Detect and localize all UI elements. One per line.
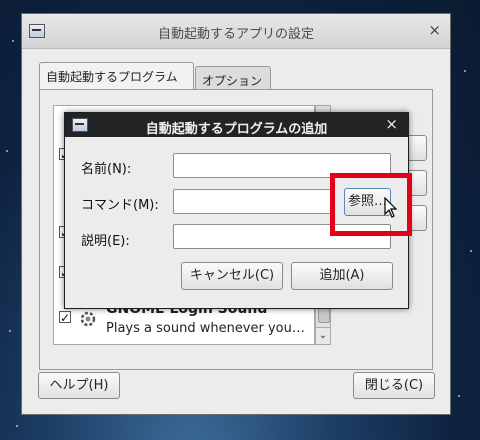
tab-options[interactable]: オプション bbox=[195, 66, 271, 90]
help-button[interactable]: ヘルプ(H) bbox=[38, 372, 120, 399]
tab-label: オプション bbox=[202, 74, 263, 88]
scroll-down-arrow-icon[interactable]: ⌄ bbox=[316, 327, 330, 344]
close-button-label: 閉じる(C) bbox=[364, 378, 424, 393]
highlight-annotation bbox=[330, 173, 412, 236]
name-label: 名前(N): bbox=[81, 162, 132, 177]
star bbox=[6, 150, 8, 152]
list-item-description: Plays a sound whenever you… bbox=[106, 321, 305, 336]
mouse-cursor-icon bbox=[384, 197, 398, 218]
star bbox=[458, 395, 460, 397]
cancel-button-label: キャンセル(C) bbox=[189, 268, 275, 283]
dialog-titlebar[interactable]: 自動起動するプログラムの追加 × bbox=[65, 113, 408, 137]
help-button-label: ヘルプ(H) bbox=[49, 378, 109, 393]
cancel-button[interactable]: キャンセル(C) bbox=[181, 262, 283, 290]
add-button[interactable]: 追加(A) bbox=[291, 262, 393, 290]
list-item[interactable]: GNOME Login Sound Plays a sound whenever… bbox=[54, 301, 314, 344]
star bbox=[464, 70, 466, 72]
tab-label: 自動起動するプログラム bbox=[46, 70, 178, 84]
star bbox=[12, 40, 14, 42]
description-label: 説明(E): bbox=[81, 234, 130, 249]
dialog-title: 自動起動するプログラムの追加 bbox=[145, 122, 328, 137]
star bbox=[16, 425, 18, 427]
star bbox=[9, 330, 11, 332]
add-button-label: 追加(A) bbox=[319, 268, 365, 283]
main-close-icon[interactable]: × bbox=[428, 23, 441, 38]
main-titlebar[interactable]: 自動起動するアプリの設定 × bbox=[22, 14, 450, 49]
dialog-close-icon[interactable]: × bbox=[385, 117, 398, 132]
gear-icon bbox=[80, 311, 96, 327]
star bbox=[470, 250, 472, 252]
close-button[interactable]: 閉じる(C) bbox=[353, 372, 435, 399]
command-field[interactable] bbox=[173, 189, 335, 214]
command-label: コマンド(M): bbox=[81, 198, 159, 213]
main-window-title: 自動起動するアプリの設定 bbox=[157, 27, 314, 42]
tab-startup-programs[interactable]: 自動起動するプログラム bbox=[39, 62, 194, 90]
